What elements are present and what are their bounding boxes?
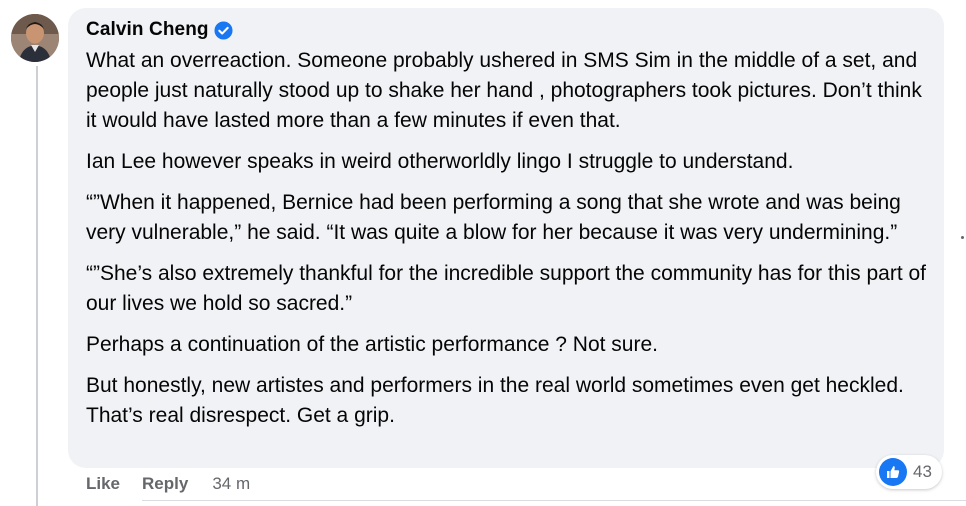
author-name[interactable]: Calvin Cheng bbox=[86, 19, 209, 41]
avatar-photo bbox=[11, 14, 59, 62]
author-row: Calvin Cheng bbox=[86, 18, 928, 42]
like-button[interactable]: Like bbox=[86, 474, 120, 494]
comment-paragraph: “”When it happened, Bernice had been per… bbox=[86, 191, 901, 244]
timestamp-link[interactable]: 34 m bbox=[212, 474, 250, 494]
comment-paragraph: Ian Lee however speaks in weird otherwor… bbox=[86, 150, 794, 173]
comment-paragraph: “”She’s also extremely thankful for the … bbox=[86, 262, 927, 315]
verified-badge-icon bbox=[214, 20, 233, 40]
thumbs-up-icon bbox=[879, 458, 907, 486]
comment-bubble: Calvin Cheng What an overreaction. Someo… bbox=[68, 8, 944, 468]
reaction-summary[interactable]: 43 bbox=[876, 455, 942, 489]
avatar[interactable] bbox=[11, 14, 59, 62]
reaction-count: 43 bbox=[913, 462, 932, 481]
comment-paragraph: But honestly, new artistes and performer… bbox=[86, 374, 904, 427]
reply-box-edge bbox=[142, 500, 966, 506]
comment-paragraph: What an overreaction. Someone probably u… bbox=[86, 49, 922, 132]
thread-line bbox=[36, 66, 38, 506]
comment-paragraph: Perhaps a continuation of the artistic p… bbox=[86, 333, 658, 356]
comment-actions: Like Reply 34 m bbox=[86, 473, 250, 495]
divider-dot bbox=[961, 236, 964, 239]
comment-body: What an overreaction. Someone probably u… bbox=[86, 46, 928, 431]
comment-thread: Calvin Cheng What an overreaction. Someo… bbox=[0, 0, 966, 506]
reply-button[interactable]: Reply bbox=[142, 474, 188, 494]
